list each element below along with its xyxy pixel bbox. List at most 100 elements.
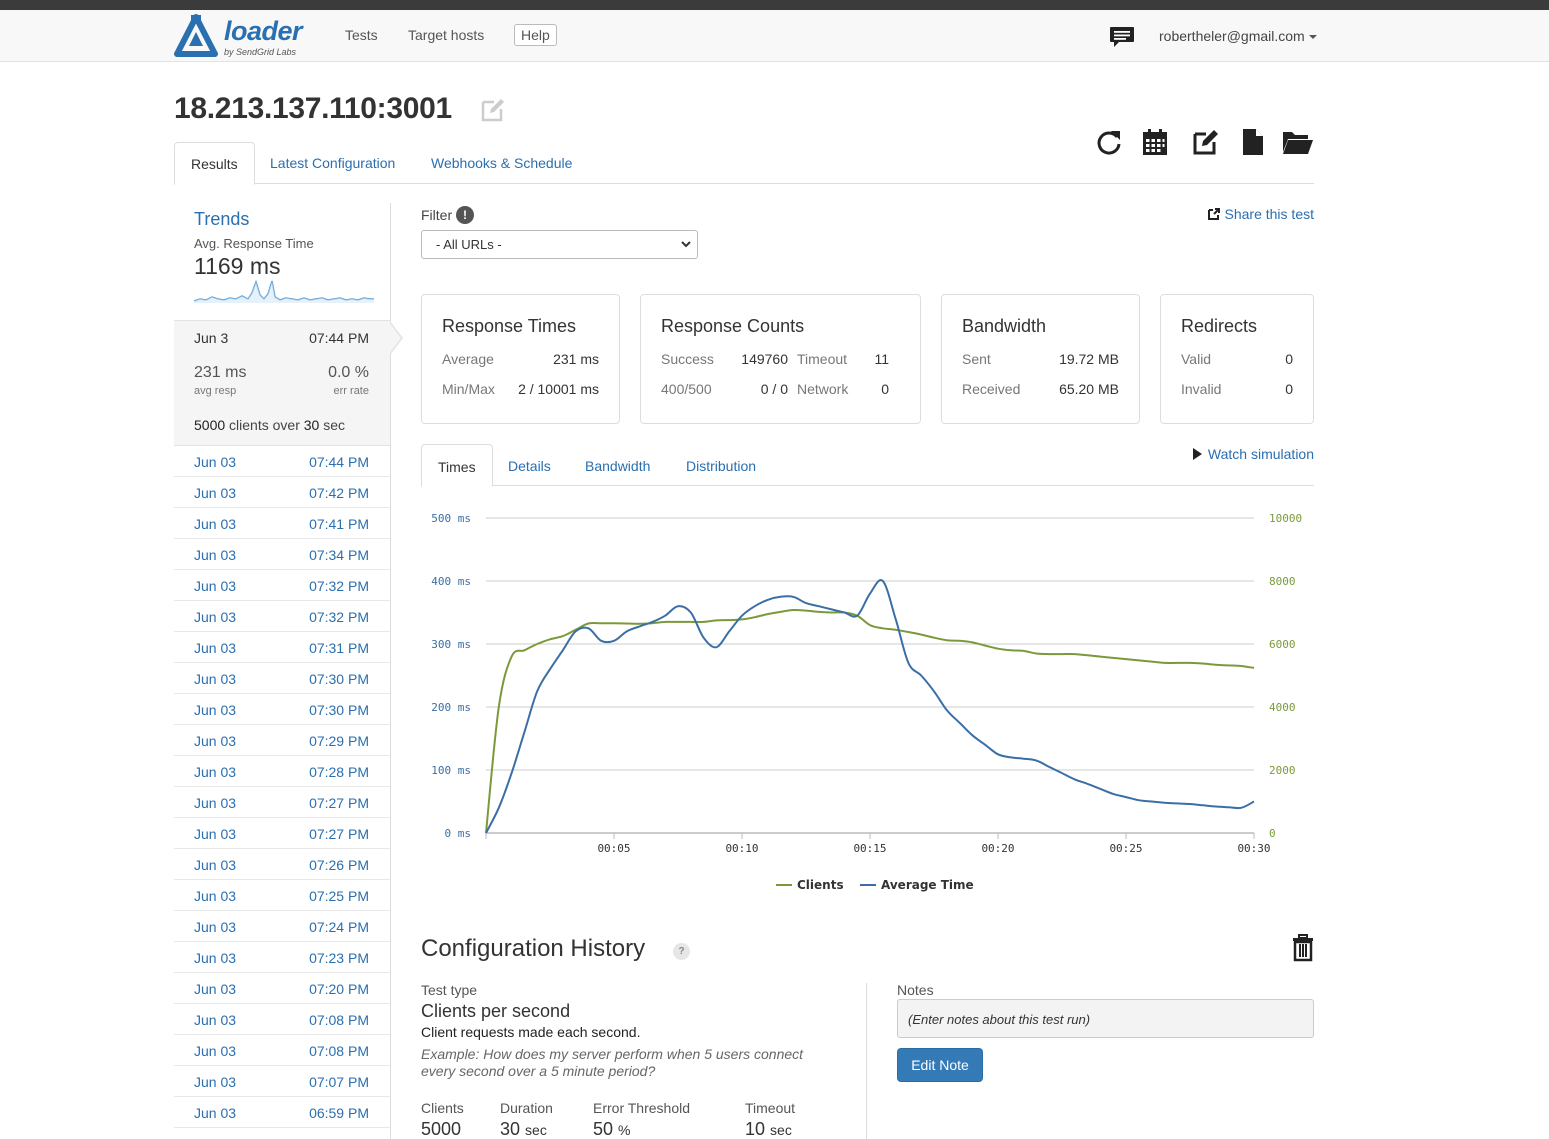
filter-label: Filter: [421, 207, 453, 223]
selected-run[interactable]: Jun 3 07:44 PM 231 ms avg resp 0.0 % err…: [174, 320, 403, 446]
run-list-item[interactable]: Jun 03 07:25 PM: [174, 880, 390, 911]
run-time: 07:23 PM: [309, 950, 369, 966]
timeout-value: 11: [874, 351, 889, 367]
run-list-item[interactable]: Jun 03 07:20 PM: [174, 973, 390, 1004]
legend-label: Clients: [797, 878, 844, 892]
browser-top-strip: [0, 0, 1549, 10]
run-time: 07:25 PM: [309, 888, 369, 904]
run-date: Jun 03: [194, 1105, 237, 1121]
run-time: 07:08 PM: [309, 1012, 369, 1028]
user-menu[interactable]: robertheler@gmail.com: [1159, 28, 1317, 44]
selected-avg-resp-label: avg resp: [194, 385, 237, 397]
run-list-item[interactable]: Jun 03 07:41 PM: [174, 508, 390, 539]
run-list-item[interactable]: Jun 03 07:42 PM: [174, 477, 390, 508]
test-type-label: Test type: [421, 982, 478, 998]
watch-simulation-link[interactable]: Watch simulation: [1192, 446, 1314, 462]
response-times-card: Response Times Average 231 ms Min/Max 2 …: [421, 294, 620, 424]
run-list-item[interactable]: Jun 03 07:30 PM: [174, 694, 390, 725]
run-date: Jun 03: [194, 764, 237, 780]
y-left-tick-label: 200 ms: [431, 701, 471, 714]
timeout-config-label: Timeout: [745, 1100, 796, 1116]
y-left-tick-label: 100 ms: [431, 764, 471, 777]
url-filter-value: - All URLs -: [436, 237, 502, 252]
run-list-item[interactable]: Jun 03 06:59 PM: [174, 1097, 390, 1128]
y-right-tick-label: 4000: [1269, 701, 1296, 714]
trends-value: 1169 ms: [194, 253, 281, 279]
run-date: Jun 03: [194, 609, 237, 625]
trash-icon[interactable]: [1292, 934, 1314, 962]
run-time: 07:20 PM: [309, 981, 369, 997]
x-tick-label: 00:30: [1237, 842, 1270, 855]
run-date: Jun 03: [194, 547, 237, 563]
x-tick-label: 00:10: [725, 842, 758, 855]
run-list-item[interactable]: Jun 03 07:23 PM: [174, 942, 390, 973]
loader-logo-icon: [174, 14, 218, 57]
run-list-item[interactable]: Jun 03 07:26 PM: [174, 849, 390, 880]
run-time: 07:41 PM: [309, 516, 369, 532]
run-list-item[interactable]: Jun 03 07:32 PM: [174, 570, 390, 601]
run-list-item[interactable]: Jun 03 07:34 PM: [174, 539, 390, 570]
timeout-stat: 10 sec: [745, 1119, 792, 1139]
tab-times[interactable]: Times: [421, 444, 493, 487]
help-button[interactable]: Help: [514, 24, 557, 46]
filter-info-icon[interactable]: !: [456, 206, 474, 224]
page-title: 18.213.137.110:3001: [174, 92, 452, 125]
run-list-item[interactable]: Jun 03 07:27 PM: [174, 787, 390, 818]
tab-bandwidth[interactable]: Bandwidth: [569, 444, 666, 486]
share-test-link[interactable]: Share this test: [1207, 206, 1314, 222]
run-list-item[interactable]: Jun 03 07:31 PM: [174, 632, 390, 663]
run-date: Jun 03: [194, 1074, 237, 1090]
run-time: 07:44 PM: [309, 454, 369, 470]
run-list-item[interactable]: Jun 03 07:27 PM: [174, 818, 390, 849]
tab-details[interactable]: Details: [492, 444, 567, 486]
selected-run-time: 07:44 PM: [309, 330, 369, 346]
y-right-tick-label: 8000: [1269, 575, 1296, 588]
run-list-item[interactable]: Jun 03 07:07 PM: [174, 1066, 390, 1097]
success-value: 149760: [741, 351, 788, 367]
tab-distribution[interactable]: Distribution: [670, 444, 772, 486]
invalid-label: Invalid: [1181, 381, 1222, 397]
run-list-item[interactable]: Jun 03 07:08 PM: [174, 1004, 390, 1035]
run-list-item[interactable]: Jun 03 07:28 PM: [174, 756, 390, 787]
error-threshold-value: 50: [593, 1119, 614, 1139]
notes-input[interactable]: (Enter notes about this test run): [897, 999, 1314, 1038]
run-date: Jun 03: [194, 454, 237, 470]
http-errors-value: 0 / 0: [760, 381, 788, 397]
run-time: 07:24 PM: [309, 919, 369, 935]
nav-target-hosts-link[interactable]: Target hosts: [408, 27, 484, 43]
timeout-label: Timeout: [797, 351, 848, 367]
url-filter-select[interactable]: - All URLs -: [421, 230, 698, 259]
run-time: 07:27 PM: [309, 795, 369, 811]
run-list-item[interactable]: Jun 03 07:32 PM: [174, 601, 390, 632]
redirects-card: Redirects Valid 0 Invalid 0: [1160, 294, 1314, 424]
run-list-item[interactable]: Jun 03 07:08 PM: [174, 1035, 390, 1066]
tab-results[interactable]: Results: [174, 142, 255, 185]
run-time: 07:26 PM: [309, 857, 369, 873]
selected-clients-summary: 5000 clients over 30 sec: [194, 417, 345, 433]
run-list-item[interactable]: Jun 03 07:24 PM: [174, 911, 390, 942]
run-date: Jun 03: [194, 857, 237, 873]
edit-note-button[interactable]: Edit Note: [897, 1048, 983, 1082]
run-list-item[interactable]: Jun 03 07:44 PM: [174, 446, 390, 477]
received-label: Received: [962, 381, 1021, 397]
brand-logo[interactable]: loader by SendGrid Labs: [174, 14, 314, 58]
trends-link[interactable]: Trends: [194, 209, 249, 230]
notes-placeholder: (Enter notes about this test run): [908, 1012, 1091, 1027]
duration-stat: 30 sec: [500, 1119, 547, 1139]
run-list-item[interactable]: Jun 03 07:29 PM: [174, 725, 390, 756]
chart-tabs: Times Details Bandwidth Distribution: [421, 444, 1314, 487]
response-counts-title: Response Counts: [661, 316, 805, 336]
run-time: 07:07 PM: [309, 1074, 369, 1090]
tab-latest-configuration[interactable]: Latest Configuration: [254, 142, 411, 184]
tab-webhooks-schedule[interactable]: Webhooks & Schedule: [415, 142, 588, 184]
chat-icon[interactable]: [1109, 26, 1135, 48]
error-threshold-stat: 50 %: [593, 1119, 631, 1139]
nav-tests-link[interactable]: Tests: [345, 27, 378, 43]
selected-duration: 30: [303, 417, 320, 433]
run-time: 07:42 PM: [309, 485, 369, 501]
edit-title-icon[interactable]: [480, 97, 506, 123]
clients-value: 5000: [421, 1119, 462, 1139]
selected-run-pointer: [389, 321, 403, 355]
config-help-icon[interactable]: ?: [673, 943, 690, 960]
run-list-item[interactable]: Jun 03 07:30 PM: [174, 663, 390, 694]
